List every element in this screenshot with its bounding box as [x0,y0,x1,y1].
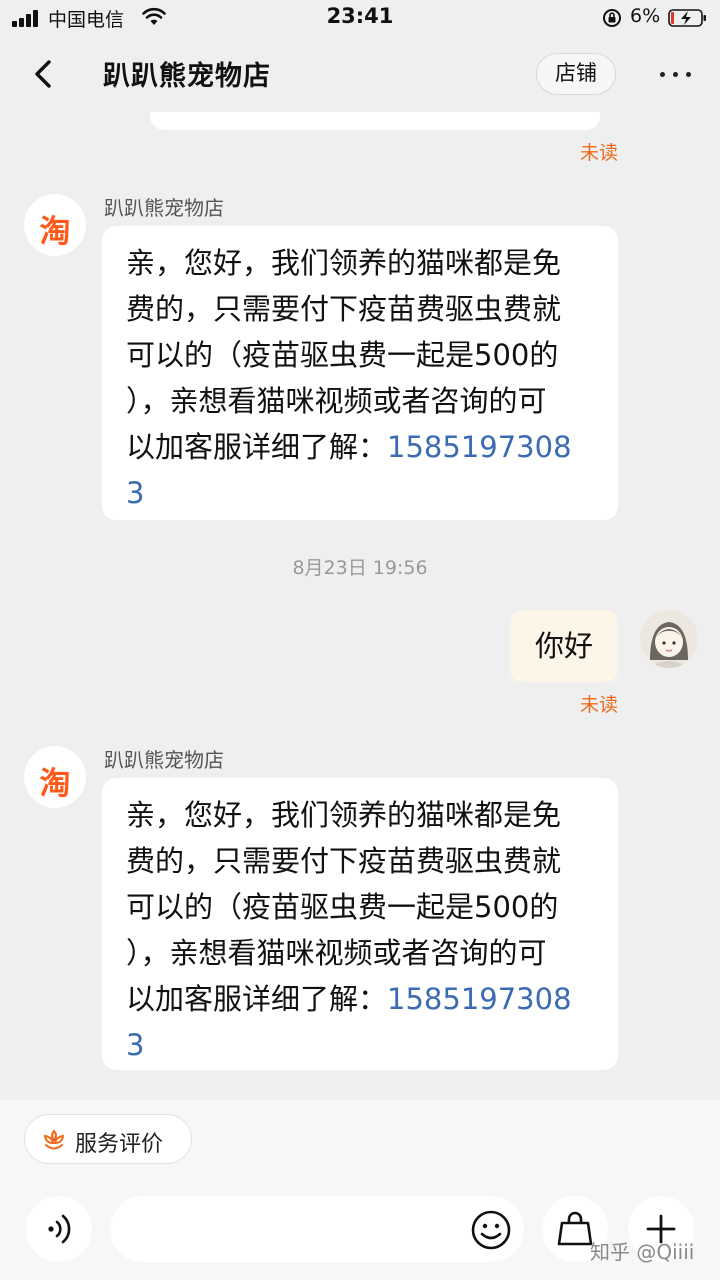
message-input[interactable] [110,1196,524,1262]
battery-percent: 6% [630,5,661,27]
watermark: 知乎 @Qiiii [590,1240,695,1264]
status-bar: 中国电信 23:41 6% [0,0,720,36]
message-text: 以加客服详细了解： [126,430,388,464]
message-bubble-outgoing[interactable]: 你好 [510,610,618,682]
taobao-logo-icon: 淘 [39,214,71,250]
phone-link[interactable]: 1585197308 [387,430,572,464]
flower-badge-icon [43,1129,65,1150]
phone-link[interactable]: 1585197308 [387,982,572,1016]
phone-link-tail[interactable]: 3 [126,470,600,516]
rotation-lock-icon [603,9,621,27]
unread-status: 未读 [580,142,619,164]
message-timestamp: 8月23日 19:56 [292,557,428,579]
unread-status: 未读 [580,694,619,716]
smiley-icon[interactable] [470,1209,512,1251]
input-toolbar: 服务评价 知乎 @Qiiii [0,1100,720,1280]
more-options-button[interactable] [656,60,696,88]
message-text: 以加客服详细了解： [126,982,388,1016]
shop-avatar[interactable]: 淘 [24,746,86,808]
message-line: ），亲想看猫咪视频或者咨询的可 [126,384,547,418]
message-line: 费的，只需要付下疫苗费驱虫费就 [126,292,562,326]
service-evaluation-label: 服务评价 [75,1132,164,1157]
chat-header: 趴趴熊宠物店 店铺 [0,36,720,112]
user-avatar-image [640,610,698,668]
message-line: 亲，您好，我们领养的猫咪都是免 [126,246,562,280]
battery-charging-icon [668,9,706,27]
user-avatar[interactable] [640,610,698,668]
shop-avatar[interactable]: 淘 [24,194,86,256]
back-button[interactable] [26,56,62,92]
message-bubble-incoming[interactable]: 亲，您好，我们领养的猫咪都是免 费的，只需要付下疫苗费驱虫费就 可以的（疫苗驱虫… [102,778,618,1070]
page-title: 趴趴熊宠物店 [103,61,271,92]
voice-input-button[interactable] [26,1196,92,1262]
chat-area[interactable]: 未读 淘 趴趴熊宠物店 亲，您好，我们领养的猫咪都是免 费的，只需要付下疫苗费驱… [0,112,720,1100]
phone-link-tail[interactable]: 3 [126,1022,600,1068]
message-line: 亲，您好，我们领养的猫咪都是免 [126,798,562,832]
taobao-logo-icon: 淘 [39,766,71,802]
message-line: 以加客服详细了解：1585197308 [126,976,600,1022]
message-line: 以加客服详细了解：1585197308 [126,424,600,470]
message-line: 费的，只需要付下疫苗费驱虫费就 [126,844,562,878]
sender-name: 趴趴熊宠物店 [104,196,224,220]
message-bubble-incoming[interactable]: 亲，您好，我们领养的猫咪都是免 费的，只需要付下疫苗费驱虫费就 可以的（疫苗驱虫… [102,226,618,520]
message-line: ），亲想看猫咪视频或者咨询的可 [126,936,547,970]
voice-icon [48,1214,71,1244]
message-line: 可以的（疫苗驱虫费一起是500的 [126,890,559,924]
store-button[interactable]: 店铺 [536,53,616,95]
sender-name: 趴趴熊宠物店 [104,748,224,772]
message-line: 可以的（疫苗驱虫费一起是500的 [126,338,559,372]
message-bubble-previous [150,112,600,130]
service-evaluation-button[interactable]: 服务评价 [24,1114,192,1164]
